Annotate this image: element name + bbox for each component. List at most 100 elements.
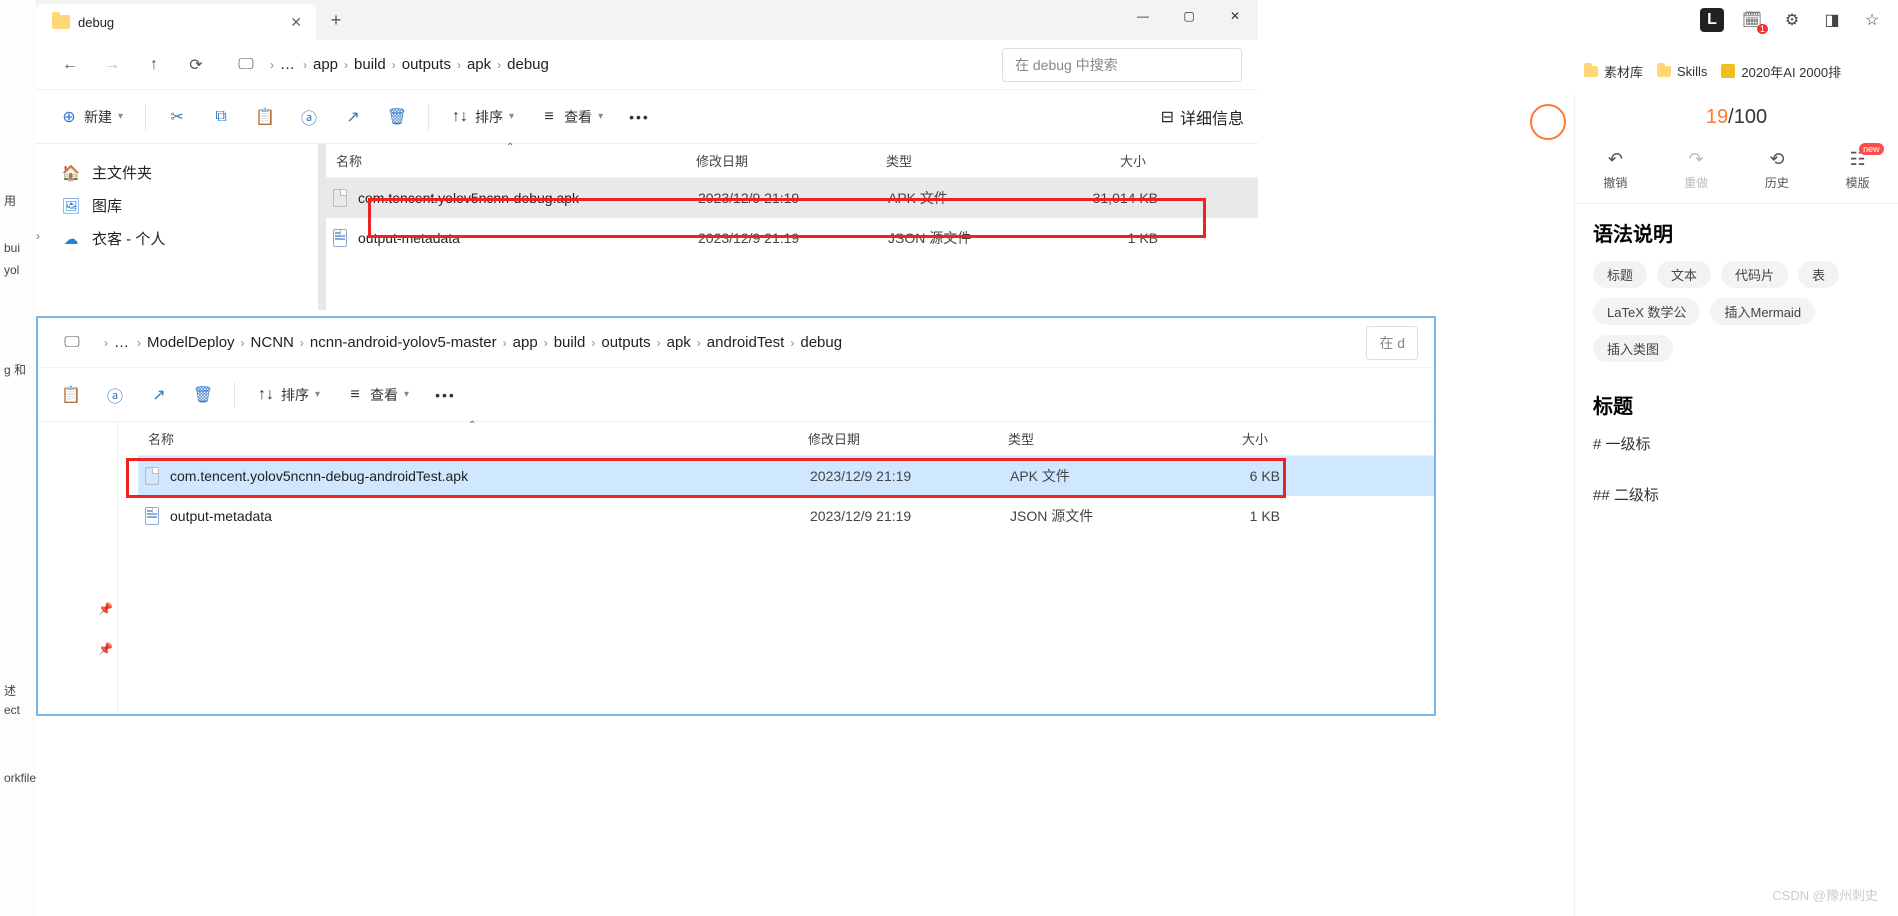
paste-button-2[interactable]: 📋	[52, 380, 90, 410]
history-icon: ⟲	[1769, 149, 1784, 170]
col-date[interactable]: 修改日期	[686, 151, 876, 170]
accent-circle[interactable]	[1530, 104, 1566, 140]
new-button[interactable]: ⊕新建▾	[50, 101, 133, 133]
monitor-icon-2[interactable]: 🖵	[54, 325, 90, 361]
extensions-icon[interactable]: ⚙	[1780, 8, 1804, 32]
back-button[interactable]: ←	[52, 47, 88, 83]
view-button[interactable]: ≡查看▾	[530, 101, 613, 133]
rename-button-2[interactable]: ⓐ	[96, 380, 134, 410]
history-button[interactable]: ⟲历史	[1765, 149, 1789, 191]
new-tab-button[interactable]: +	[316, 0, 356, 40]
ext-icon-2[interactable]: 🗓	[1740, 8, 1764, 32]
tab-debug[interactable]: debug ✕	[36, 4, 316, 40]
copy-button[interactable]: ⧉	[202, 102, 240, 132]
rename-button[interactable]: ⓐ	[290, 102, 328, 132]
more-button-2[interactable]: •••	[425, 381, 466, 409]
crumb-build[interactable]: build	[354, 56, 386, 73]
tag[interactable]: 文本	[1657, 261, 1711, 288]
refresh-button[interactable]: ⟳	[178, 47, 214, 83]
panel-actions: ↶撤销 ↷重做 ⟲历史 ☷模版new	[1575, 141, 1898, 204]
sort-button-2[interactable]: ↑↓排序▾	[247, 379, 330, 411]
forward-button[interactable]: →	[94, 47, 130, 83]
bookmark-folder[interactable]: 素材库	[1584, 62, 1643, 81]
window-controls: — ▢ ✕	[1120, 0, 1258, 32]
file-row[interactable]: com.tencent.yolov5ncnn-debug-androidTest…	[138, 456, 1434, 496]
col-date[interactable]: 修改日期	[798, 429, 998, 448]
close-icon[interactable]: ✕	[290, 14, 302, 31]
up-button[interactable]: ↑	[136, 47, 172, 83]
crumb-apk[interactable]: apk	[467, 56, 491, 73]
tag[interactable]: 插入类图	[1593, 335, 1673, 362]
more-button[interactable]: •••	[619, 103, 660, 131]
details-button[interactable]: ⊟详细信息	[1161, 105, 1244, 129]
breadcrumb-more[interactable]: …	[280, 56, 297, 73]
undo-button[interactable]: ↶撤销	[1603, 149, 1627, 191]
columns-header[interactable]: ⌃ 名称 修改日期 类型 大小	[326, 144, 1258, 178]
sort-button[interactable]: ↑↓排序▾	[441, 101, 524, 133]
star-icon[interactable]: ☆	[1860, 8, 1884, 32]
file-row[interactable]: output-metadata 2023/12/9 21:19 JSON 源文件…	[138, 496, 1434, 536]
crumb-app[interactable]: app	[313, 56, 338, 73]
left-cutoff: 用 bui yol g 和 述 ect orkfile	[0, 0, 36, 916]
paste-icon: 📋	[256, 108, 274, 126]
file-type: JSON 源文件	[1000, 506, 1170, 526]
col-size[interactable]: 大小	[1168, 429, 1278, 448]
navbar-2: 🖵 › … › ModelDeploy› NCNN› ncnn-android-…	[38, 318, 1434, 368]
expand-caret[interactable]: ›	[36, 229, 40, 243]
h1-example: # 一级标	[1593, 433, 1880, 454]
file-name: output-metadata	[170, 508, 800, 524]
sidebar-icon[interactable]: ◨	[1820, 8, 1844, 32]
close-button[interactable]: ✕	[1212, 0, 1258, 32]
navbar: ← → ↑ ⟳ 🖵 › … › app› build› outputs› apk…	[36, 40, 1258, 90]
file-row[interactable]: com.tencent.yolov5ncnn-debug.apk 2023/12…	[326, 178, 1258, 218]
folder-icon	[1584, 66, 1598, 77]
tag[interactable]: 代码片	[1721, 261, 1788, 288]
tag[interactable]: 插入Mermaid	[1710, 298, 1815, 325]
pin-icon[interactable]: 📌	[98, 642, 113, 656]
tag[interactable]: 标题	[1593, 261, 1647, 288]
tag[interactable]: LaTeX 数学公	[1593, 298, 1700, 325]
col-name[interactable]: 名称	[326, 151, 686, 170]
col-size[interactable]: 大小	[1046, 151, 1156, 170]
columns-header-2[interactable]: ⌃ 名称 修改日期 类型 大小	[138, 422, 1434, 456]
page-icon	[1721, 64, 1735, 78]
crumb-outputs[interactable]: outputs	[402, 56, 451, 73]
template-button[interactable]: ☷模版new	[1846, 149, 1870, 191]
search-input[interactable]: 在 debug 中搜索	[1002, 48, 1242, 82]
col-type[interactable]: 类型	[998, 429, 1168, 448]
paste-button[interactable]: 📋	[246, 102, 284, 132]
maximize-button[interactable]: ▢	[1166, 0, 1212, 32]
search-input-2[interactable]: 在 d	[1366, 326, 1418, 360]
share-button-2[interactable]: ↗	[140, 380, 178, 410]
delete-button-2[interactable]: 🗑	[184, 380, 222, 410]
col-type[interactable]: 类型	[876, 151, 1046, 170]
bookmark-page[interactable]: 2020年AI 2000排	[1721, 62, 1841, 81]
breadcrumb-more-2[interactable]: …	[114, 334, 131, 351]
tag[interactable]: 表	[1798, 261, 1839, 288]
folder-icon	[52, 15, 70, 29]
sort-indicator: ⌃	[496, 142, 524, 153]
file-row[interactable]: output-metadata 2023/12/9 21:19 JSON 源文件…	[326, 218, 1258, 258]
sidebar-onedrive[interactable]: ☁衣客 - 个人	[52, 222, 310, 255]
sidebar-gallery[interactable]: 🖼图库	[52, 189, 310, 222]
redo-button[interactable]: ↷重做	[1684, 149, 1708, 191]
file-date: 2023/12/9 21:19	[800, 508, 1000, 524]
share-button[interactable]: ↗	[334, 102, 372, 132]
sort-icon: ↑↓	[451, 108, 469, 126]
ext-icon-1[interactable]: L	[1700, 8, 1724, 32]
delete-button[interactable]: 🗑	[378, 102, 416, 132]
pin-icon[interactable]: 📌	[98, 602, 113, 616]
view-button-2[interactable]: ≡查看▾	[336, 379, 419, 411]
sidebar-resize[interactable]	[318, 144, 326, 310]
monitor-icon[interactable]: 🖵	[228, 47, 264, 83]
file-date: 2023/12/9 21:19	[688, 190, 878, 206]
folder-icon	[1657, 66, 1671, 77]
col-name[interactable]: 名称	[138, 429, 798, 448]
minimize-button[interactable]: —	[1120, 0, 1166, 32]
tab-title: debug	[78, 15, 282, 30]
sidebar-home[interactable]: 🏠主文件夹	[52, 156, 310, 189]
bookmark-folder[interactable]: Skills	[1657, 64, 1707, 79]
crumb-debug[interactable]: debug	[507, 56, 549, 73]
file-icon	[142, 466, 162, 486]
cut-button[interactable]: ✂	[158, 102, 196, 132]
